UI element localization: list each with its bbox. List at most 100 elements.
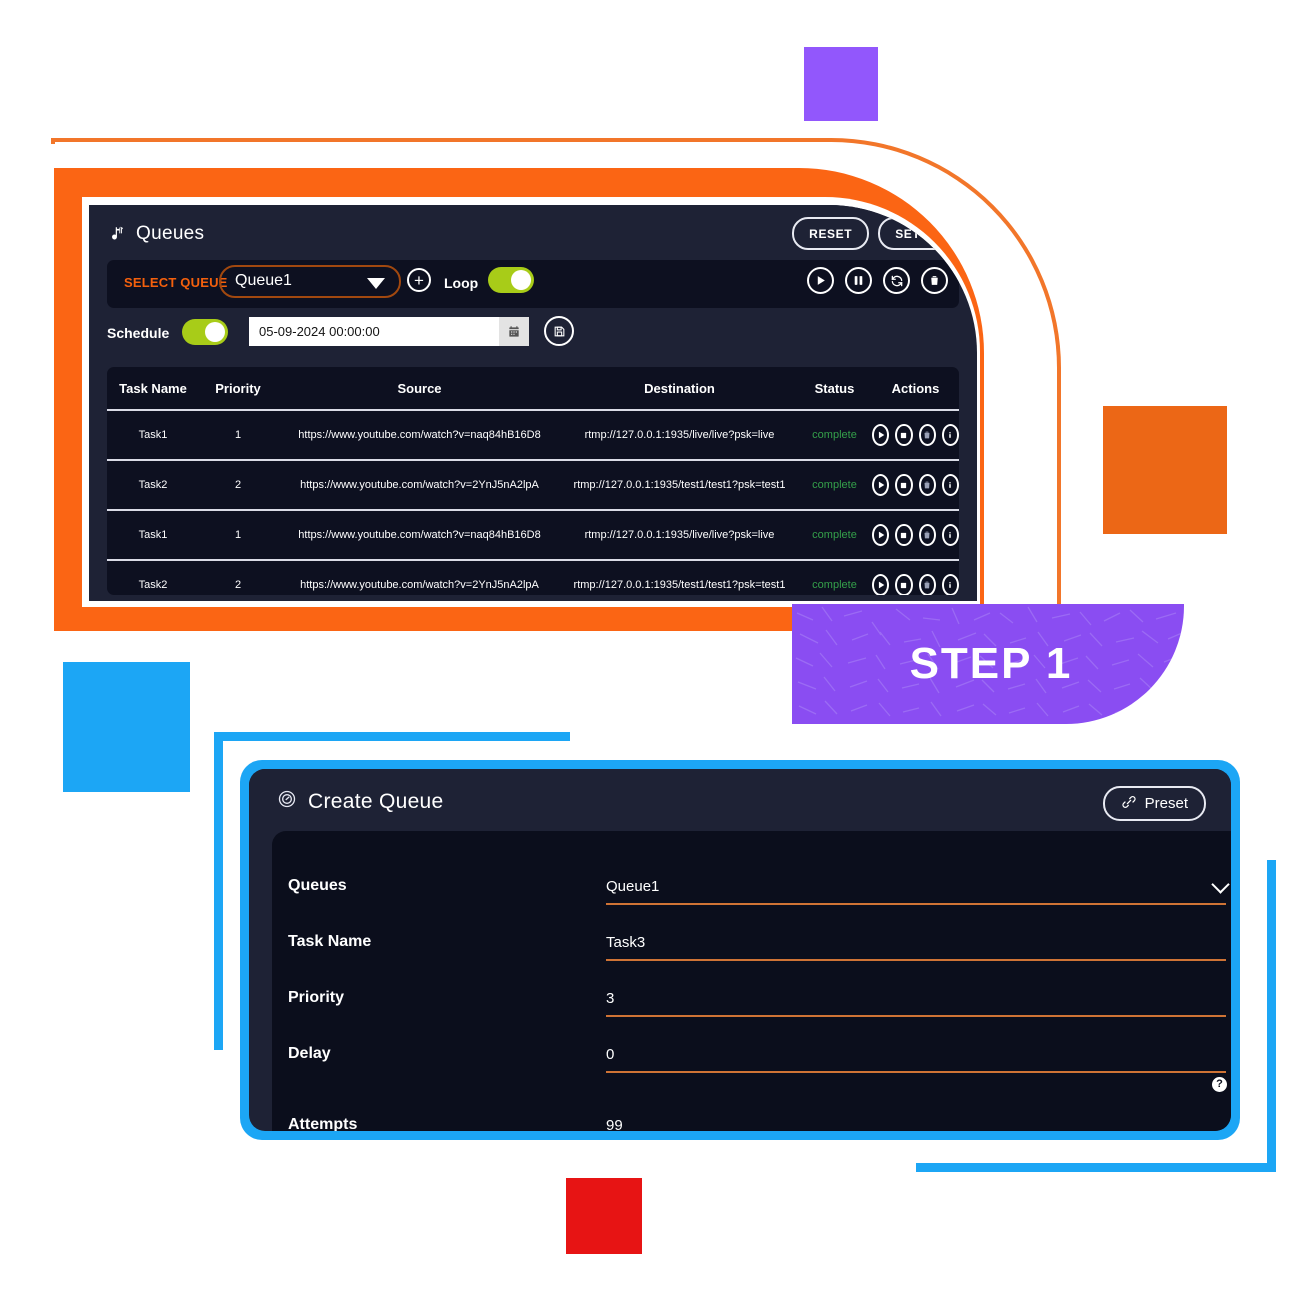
row-stop-button[interactable] [895, 574, 913, 595]
select-queue-label: SELECT QUEUE [124, 275, 228, 290]
schedule-toggle-knob [205, 322, 225, 342]
table-row: Task2 2 https://www.youtube.com/watch?v=2Y… [107, 560, 959, 595]
field-label: Delay [288, 1045, 331, 1062]
cell-destination: rtmp://127.0.0.1:1935/live/live?psk=live [562, 410, 797, 461]
form-field-priority: Priority 3 [272, 975, 1231, 1031]
field-value[interactable]: 0 [606, 1046, 614, 1063]
step-badge: STEP 1 [792, 604, 1184, 724]
field-underline [606, 1071, 1226, 1073]
chevron-down-icon [367, 278, 385, 289]
pause-button[interactable] [845, 267, 872, 294]
field-value[interactable]: Task3 [606, 934, 645, 951]
cell-priority: 1 [199, 410, 277, 461]
create-queue-title-group: Create Queue [277, 789, 444, 815]
cell-status: complete [797, 460, 872, 511]
row-play-button[interactable] [872, 524, 890, 546]
create-queue-title-text: Create Queue [308, 790, 444, 813]
field-label: Task Name [288, 933, 372, 950]
cell-task-name: Task1 [107, 510, 199, 561]
cell-source: https://www.youtube.com/watch?v=2YnJ5nA2… [300, 579, 539, 591]
cell-source: https://www.youtube.com/watch?v=2YnJ5nA2… [277, 460, 562, 511]
row-info-button[interactable] [941, 424, 959, 446]
chevron-down-icon [1211, 875, 1230, 894]
form-field-task-name: Task Name Task3 [272, 919, 1231, 975]
settings-button[interactable]: SETTINGS [878, 217, 977, 250]
column-header-source: Source [277, 367, 562, 411]
preset-button[interactable]: Preset [1102, 786, 1206, 821]
cell-task-name: Task2 [107, 460, 199, 511]
refresh-button[interactable] [883, 267, 910, 294]
select-queue-dropdown[interactable]: Queue1 [219, 265, 401, 298]
field-label: Queues [288, 877, 347, 894]
row-info-button[interactable] [941, 574, 959, 595]
cell-task-name: Task1 [107, 410, 199, 461]
column-header-destination: Destination [562, 367, 797, 411]
tasks-table: Task Name Priority Source Destination St… [107, 367, 959, 595]
table-row: Task1 1 https://www.youtube.com/watch?v=na… [107, 410, 959, 461]
schedule-datetime-input[interactable]: 05-09-2024 00:00:00 [249, 317, 529, 346]
create-queue-panel: Create Queue Preset Queues Queue1 Task Nam… [249, 769, 1231, 1131]
schedule-toggle[interactable] [182, 319, 228, 345]
table-header-row: Task Name Priority Source Destination St… [107, 367, 959, 411]
row-play-button[interactable] [872, 474, 890, 496]
tasks-table-body: Task1 1 https://www.youtube.com/watch?v=na… [107, 410, 959, 595]
loop-toggle[interactable] [488, 267, 534, 293]
row-info-button[interactable] [941, 524, 959, 546]
cell-task-name: Task2 [138, 579, 168, 591]
clock-dial-icon [277, 789, 297, 815]
create-queue-header: Create Queue Preset [249, 769, 1231, 831]
reset-button[interactable]: RESET [792, 217, 870, 250]
decor-orange-outline-tip [51, 138, 55, 144]
decor-square-purple [804, 47, 878, 121]
form-field-attempts: Attempts99? [272, 1102, 1231, 1131]
decor-square-orange [1103, 406, 1227, 534]
column-header-priority: Priority [199, 367, 277, 411]
play-button[interactable] [807, 267, 834, 294]
preset-button-label: Preset [1144, 795, 1188, 812]
cell-actions [872, 410, 959, 461]
queues-title-text: Queues [136, 223, 205, 244]
save-schedule-button[interactable] [544, 316, 574, 346]
row-play-button[interactable] [872, 574, 890, 595]
tasks-table-container: Task Name Priority Source Destination St… [107, 367, 959, 595]
column-header-actions: Actions [872, 367, 959, 411]
row-trash-button[interactable] [918, 424, 936, 446]
table-row: Task1 1 https://www.youtube.com/watch?v=na… [107, 510, 959, 561]
loop-toggle-knob [511, 270, 531, 290]
row-trash-button[interactable] [918, 574, 936, 595]
row-stop-button[interactable] [895, 424, 913, 446]
cell-status: complete [797, 410, 872, 461]
decor-square-red [566, 1178, 642, 1254]
loop-label: Loop [444, 275, 479, 291]
select-queue-value: Queue1 [235, 272, 292, 289]
row-trash-button[interactable] [918, 474, 936, 496]
decor-square-blue [63, 662, 190, 792]
field-value[interactable]: 3 [606, 990, 614, 1007]
field-value[interactable]: Queue1 [606, 878, 659, 895]
cell-status: complete [812, 579, 857, 591]
row-stop-button[interactable] [895, 474, 913, 496]
cell-actions [872, 560, 959, 595]
field-label: Attempts [288, 1116, 358, 1131]
schedule-datetime-value: 05-09-2024 00:00:00 [259, 324, 380, 339]
cell-status: complete [797, 510, 872, 561]
row-stop-button[interactable] [895, 524, 913, 546]
field-label: Priority [288, 989, 345, 1006]
calendar-icon[interactable] [499, 317, 529, 346]
row-play-button[interactable] [872, 424, 890, 446]
delete-queue-button[interactable] [921, 267, 948, 294]
cell-actions [872, 510, 959, 561]
cell-destination: rtmp://127.0.0.1:1935/test1/test1?psk=te… [562, 460, 797, 511]
music-note-icon [109, 225, 127, 243]
table-row: Task2 2 https://www.youtube.com/watch?v=2Y… [107, 460, 959, 511]
column-header-status: Status [797, 367, 872, 411]
cell-source: https://www.youtube.com/watch?v=naq84hB1… [277, 510, 562, 561]
add-queue-button[interactable]: + [407, 268, 431, 292]
queues-header-buttons: RESET SETTINGS [792, 217, 977, 250]
field-underline [606, 903, 1226, 905]
page-canvas: Queues RESET SETTINGS SELECT QUEUE Queue… [0, 0, 1300, 1300]
help-icon[interactable]: ? [1212, 1077, 1227, 1092]
row-trash-button[interactable] [918, 524, 936, 546]
field-value[interactable]: 99 [606, 1117, 623, 1131]
row-info-button[interactable] [941, 474, 959, 496]
